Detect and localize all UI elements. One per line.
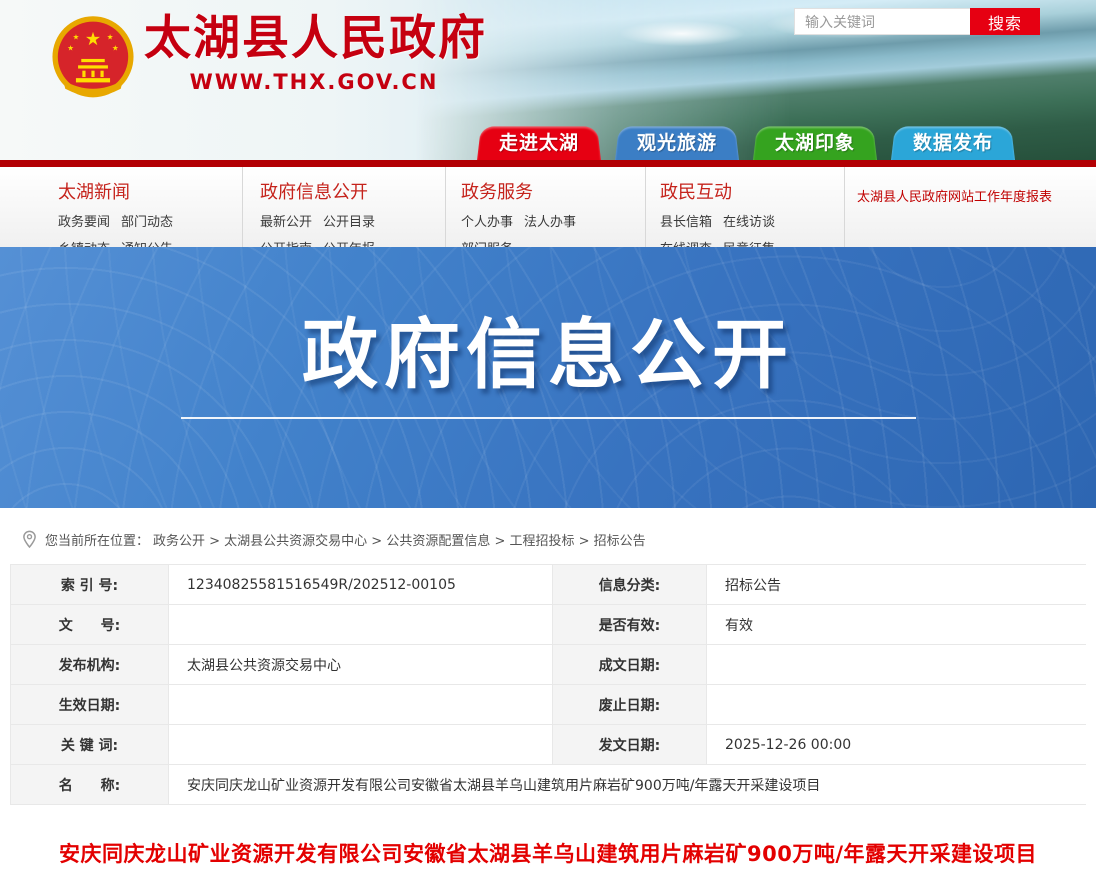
field-label-name: 名 称: [11, 765, 168, 804]
svg-text:★: ★ [112, 43, 119, 52]
info-table: 索 引 号: 12340825581516549R/202512-00105 信… [10, 564, 1086, 805]
site-title: 太湖县人民政府 [144, 12, 487, 66]
title-block: 太湖县人民政府 WWW.THX.GOV.CN [144, 12, 487, 94]
banner-underline [181, 417, 916, 419]
field-label-repeal-date: 废止日期: [553, 685, 706, 724]
field-label-effective-date: 生效日期: [11, 685, 168, 724]
site-header: ★ ★ ★ ★ ★ 太湖县人民政府 WWW.THX.GOV.CN 搜索 [0, 0, 1096, 160]
menu-item[interactable]: 最新公开 [260, 211, 312, 230]
field-value-publisher: 太湖县公共资源交易中心 [169, 645, 552, 684]
menu-section-info-disclosure: 政府信息公开 最新公开 公开目录 公开指南 公开年报 公开制度 依申请公开 [243, 167, 446, 247]
field-label-category: 信息分类: [553, 565, 706, 604]
field-value-doc-no [169, 605, 552, 644]
menu-title-interaction[interactable]: 政民互动 [660, 178, 834, 204]
red-divider-bar [0, 160, 1096, 167]
tab-enter-taihu[interactable]: 走进太湖 [477, 123, 601, 160]
field-value-effective-date [169, 685, 552, 724]
info-disclosure-banner: 政府信息公开 [0, 247, 1096, 508]
menu-item[interactable]: 在线访谈 [723, 211, 775, 230]
header-tabs: 走进太湖 观光旅游 太湖印象 数据发布 [477, 123, 1015, 160]
site-url: WWW.THX.GOV.CN [144, 70, 484, 94]
national-emblem-icon: ★ ★ ★ ★ ★ [50, 12, 136, 108]
menu-title-services[interactable]: 政务服务 [461, 178, 635, 204]
menu-item[interactable]: 公开目录 [323, 211, 375, 230]
menu-item[interactable]: 法人办事 [524, 211, 576, 230]
breadcrumb: 您当前所在位置： 政务公开 > 太湖县公共资源交易中心 > 公共资源配置信息 >… [0, 508, 1096, 550]
main-menu-bar: 太湖新闻 政务要闻 部门动态 乡镇动态 通知公告 视频新闻 重要转载 政府信息公… [0, 167, 1096, 247]
field-value-index-no: 12340825581516549R/202512-00105 [169, 565, 552, 604]
field-value-category: 招标公告 [707, 565, 1090, 604]
tab-label: 观光旅游 [637, 128, 717, 155]
menu-item[interactable]: 政务要闻 [58, 211, 110, 230]
tab-taihu-impression[interactable]: 太湖印象 [753, 123, 877, 160]
tab-label: 走进太湖 [499, 128, 579, 155]
field-label-index-no: 索 引 号: [11, 565, 168, 604]
search-box: 搜索 [794, 8, 1040, 35]
menu-title-info-disclosure[interactable]: 政府信息公开 [260, 178, 435, 204]
menu-title-news[interactable]: 太湖新闻 [58, 178, 232, 204]
field-label-publisher: 发布机构: [11, 645, 168, 684]
field-value-keyword [169, 725, 552, 764]
svg-text:★: ★ [73, 33, 80, 42]
site-logo-link[interactable]: ★ ★ ★ ★ ★ 太湖县人民政府 WWW.THX.GOV.CN [50, 12, 487, 108]
menu-item[interactable]: 部门动态 [121, 211, 173, 230]
breadcrumb-trail[interactable]: 政务公开 > 太湖县公共资源交易中心 > 公共资源配置信息 > 工程招投标 > … [153, 530, 646, 549]
banner-inner: 政府信息公开 [0, 247, 1096, 419]
field-value-pub-date: 2025-12-26 00:00 [707, 725, 1090, 764]
svg-text:★: ★ [107, 33, 114, 42]
annual-report-link[interactable]: 太湖县人民政府网站工作年度报表 [857, 190, 1052, 205]
menu-section-interaction: 政民互动 县长信箱 在线访谈 在线调查 民意征集 [646, 167, 845, 247]
field-label-valid: 是否有效: [553, 605, 706, 644]
tab-label: 太湖印象 [775, 128, 855, 155]
tab-sightseeing[interactable]: 观光旅游 [615, 123, 739, 160]
field-label-pub-date: 发文日期: [553, 725, 706, 764]
field-label-written-date: 成文日期: [553, 645, 706, 684]
banner-title: 政府信息公开 [302, 313, 794, 397]
menu-item[interactable]: 县长信箱 [660, 211, 712, 230]
svg-text:★: ★ [67, 43, 74, 52]
field-value-written-date [707, 645, 1090, 684]
search-input[interactable] [794, 8, 970, 35]
menu-section-services: 政务服务 个人办事 法人办事 部门服务 [446, 167, 646, 247]
page: ★ ★ ★ ★ ★ 太湖县人民政府 WWW.THX.GOV.CN 搜索 [0, 0, 1096, 877]
tab-label: 数据发布 [913, 128, 993, 155]
search-button[interactable]: 搜索 [970, 8, 1040, 35]
field-value-name: 安庆同庆龙山矿业资源开发有限公司安徽省太湖县羊乌山建筑用片麻岩矿900万吨/年露… [169, 765, 1090, 804]
article-title: 安庆同庆龙山矿业资源开发有限公司安徽省太湖县羊乌山建筑用片麻岩矿900万吨/年露… [0, 838, 1096, 868]
field-label-keyword: 关 键 词: [11, 725, 168, 764]
menu-item[interactable]: 个人办事 [461, 211, 513, 230]
tab-data-release[interactable]: 数据发布 [891, 123, 1015, 160]
field-label-doc-no: 文 号: [11, 605, 168, 644]
field-value-valid: 有效 [707, 605, 1090, 644]
menu-section-annual-report: 太湖县人民政府网站工作年度报表 [845, 167, 1096, 247]
field-value-repeal-date [707, 685, 1090, 724]
menu-section-news: 太湖新闻 政务要闻 部门动态 乡镇动态 通知公告 视频新闻 重要转载 [58, 167, 243, 247]
location-pin-icon [22, 530, 37, 549]
breadcrumb-label: 您当前所在位置： [45, 530, 149, 549]
svg-text:★: ★ [85, 29, 101, 50]
